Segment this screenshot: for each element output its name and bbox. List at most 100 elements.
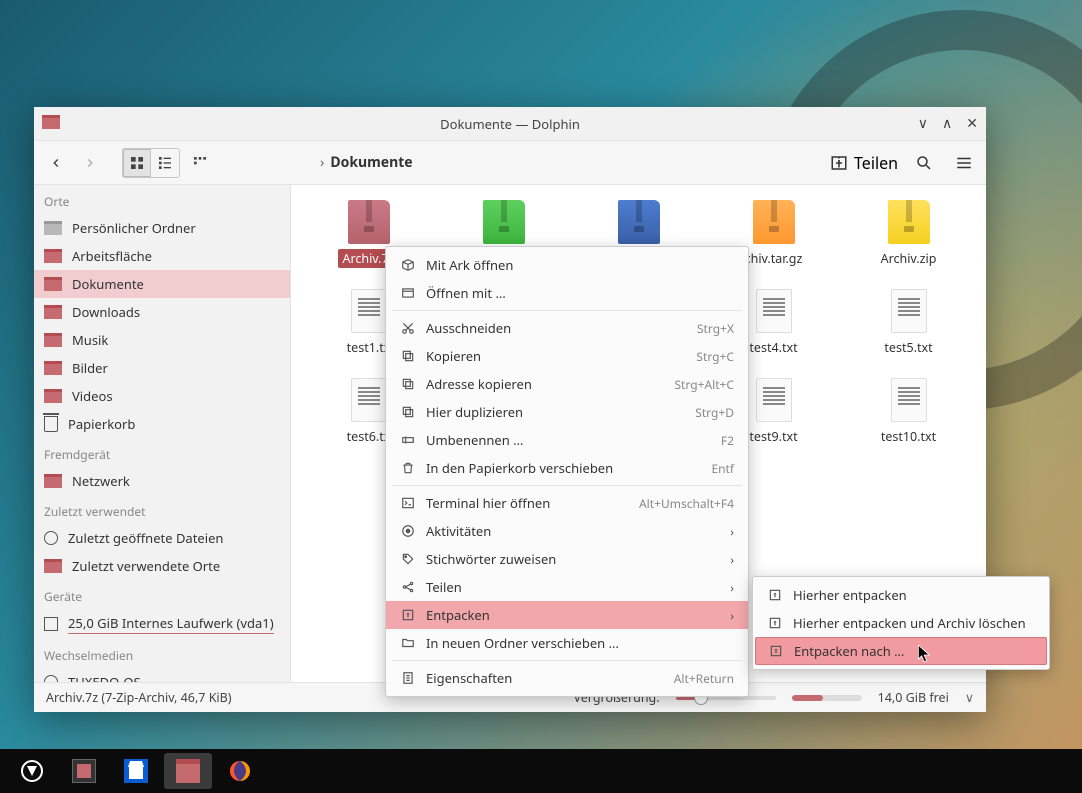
sidebar-item[interactable]: Zuletzt verwendete Orte (34, 552, 290, 580)
view-compact-button[interactable] (151, 149, 179, 177)
menu-item[interactable]: Hier duplizierenStrg+D (386, 398, 748, 426)
chevron-right-icon: › (730, 607, 734, 624)
taskbar-firefox[interactable] (216, 753, 264, 789)
maximize-button[interactable]: ∧ (942, 114, 952, 133)
cut-icon (400, 320, 416, 336)
trash-icon (400, 460, 416, 476)
sidebar-item[interactable]: Videos (34, 382, 290, 410)
menu-item[interactable]: KopierenStrg+C (386, 342, 748, 370)
menu-item[interactable]: Mit Ark öffnen (386, 251, 748, 279)
titlebar[interactable]: Dokumente — Dolphin ∨ ∧ ✕ (34, 107, 986, 141)
text-file-icon (891, 289, 927, 333)
sidebar-item[interactable]: Zuletzt geöffnete Dateien (34, 524, 290, 552)
sidebar-item[interactable]: Papierkorb (34, 410, 290, 438)
search-button[interactable] (910, 149, 938, 177)
sidebar-item-label: Zuletzt verwendete Orte (72, 557, 220, 575)
props-icon (400, 670, 416, 686)
tag-icon (400, 551, 416, 567)
terminal-icon (400, 495, 416, 511)
sidebar-heading: Fremdgerät (34, 438, 290, 467)
file-label: chiv.tar.gz (741, 249, 807, 268)
taskbar-dolphin[interactable] (164, 753, 212, 789)
archive-icon (753, 200, 795, 244)
chevron-down-icon[interactable]: ∨ (965, 689, 974, 706)
sidebar-item[interactable]: Netzwerk (34, 467, 290, 495)
menu-item-label: Stichwörter zuweisen (426, 550, 720, 568)
menu-item[interactable]: In neuen Ordner verschieben … (386, 629, 748, 657)
menu-item-label: In den Papierkorb verschieben (426, 459, 701, 477)
sidebar-heading: Wechselmedien (34, 639, 290, 668)
sidebar-heading: Zuletzt verwendet (34, 495, 290, 524)
menu-item[interactable]: Umbenennen …F2 (386, 426, 748, 454)
menu-item[interactable]: Hierher entpacken und Archiv löschen (753, 609, 1049, 637)
status-info: Archiv.7z (7-Zip-Archiv, 46,7 KiB) (46, 689, 232, 706)
minimize-button[interactable]: ∨ (918, 114, 928, 133)
breadcrumb-current[interactable]: Dokumente (330, 153, 412, 172)
sidebar-heading: Orte (34, 185, 290, 214)
view-details-button[interactable] (186, 149, 214, 177)
close-button[interactable]: ✕ (966, 114, 978, 133)
file-item[interactable]: Archiv.zip (841, 199, 976, 268)
menu-item-label: Mit Ark öffnen (426, 256, 734, 274)
places-sidebar: OrtePersönlicher OrdnerArbeitsfläche Doku… (34, 185, 291, 682)
sidebar-item-label: Videos (72, 387, 113, 405)
sidebar-item[interactable]: TUXEDO-OS (34, 668, 290, 682)
menu-item-label: Kopieren (426, 347, 686, 365)
taskbar-store[interactable] (112, 753, 160, 789)
sidebar-item[interactable]: Bilder (34, 354, 290, 382)
folder-icon (44, 559, 62, 573)
sidebar-item[interactable]: Arbeitsfläche (34, 242, 290, 270)
menu-item[interactable]: Öffnen mit … (386, 279, 748, 307)
menu-item[interactable]: EigenschaftenAlt+Return (386, 664, 748, 692)
menu-shortcut: Alt+Umschalt+F4 (639, 495, 734, 512)
disk-icon (44, 617, 58, 631)
chevron-right-icon: › (730, 551, 734, 568)
chevron-right-icon: › (730, 579, 734, 596)
extract-icon (768, 643, 784, 659)
os-icon (44, 675, 58, 682)
menu-item[interactable]: Terminal hier öffnenAlt+Umschalt+F4 (386, 489, 748, 517)
box-icon (400, 257, 416, 273)
menu-item[interactable]: Hierher entpacken (753, 581, 1049, 609)
rename-icon (400, 432, 416, 448)
text-file-icon (351, 378, 387, 422)
folder-icon (44, 333, 62, 347)
sidebar-item[interactable]: 25,0 GiB Internes Laufwerk (vda1) (34, 609, 290, 639)
trash-icon (44, 416, 58, 432)
file-label: Archiv.zip (877, 249, 941, 268)
share-icon (400, 579, 416, 595)
forward-button[interactable] (76, 149, 104, 177)
menu-item[interactable]: In den Papierkorb verschiebenEntf (386, 454, 748, 482)
menu-item[interactable]: Stichwörter zuweisen › (386, 545, 748, 573)
view-icons-button[interactable] (123, 149, 151, 177)
file-item[interactable]: test5.txt (841, 288, 976, 357)
menu-item[interactable]: Entpacken› (386, 601, 748, 629)
extract-icon (767, 587, 783, 603)
menu-item[interactable]: Entpacken nach … (755, 637, 1047, 665)
file-item[interactable]: test10.txt (841, 377, 976, 446)
back-button[interactable] (42, 149, 70, 177)
menu-item[interactable]: AusschneidenStrg+X (386, 314, 748, 342)
sidebar-item[interactable]: Downloads (34, 298, 290, 326)
menu-item[interactable]: Adresse kopierenStrg+Alt+C (386, 370, 748, 398)
folder-icon (44, 277, 62, 291)
text-file-icon (351, 289, 387, 333)
separator (392, 310, 742, 311)
sidebar-item-label: Dokumente (72, 275, 144, 293)
taskbar-app-launcher[interactable] (8, 753, 56, 789)
sidebar-item-label: Netzwerk (72, 472, 130, 490)
menu-item-label: Adresse kopieren (426, 375, 664, 393)
hamburger-menu-button[interactable] (950, 149, 978, 177)
menu-item[interactable]: Teilen› (386, 573, 748, 601)
sidebar-item[interactable]: Musik (34, 326, 290, 354)
taskbar-settings[interactable] (60, 753, 108, 789)
sidebar-item-label: TUXEDO-OS (68, 673, 141, 682)
menu-item[interactable]: Aktivitäten› (386, 517, 748, 545)
open-icon (400, 285, 416, 301)
sidebar-item[interactable]: Dokumente (34, 270, 290, 298)
chevron-right-icon: › (730, 523, 734, 540)
sidebar-item[interactable]: Persönlicher Ordner (34, 214, 290, 242)
sidebar-item-label: Musik (72, 331, 108, 349)
split-view-button[interactable]: Teilen (830, 152, 898, 174)
breadcrumb[interactable]: › Dokumente (220, 153, 824, 172)
